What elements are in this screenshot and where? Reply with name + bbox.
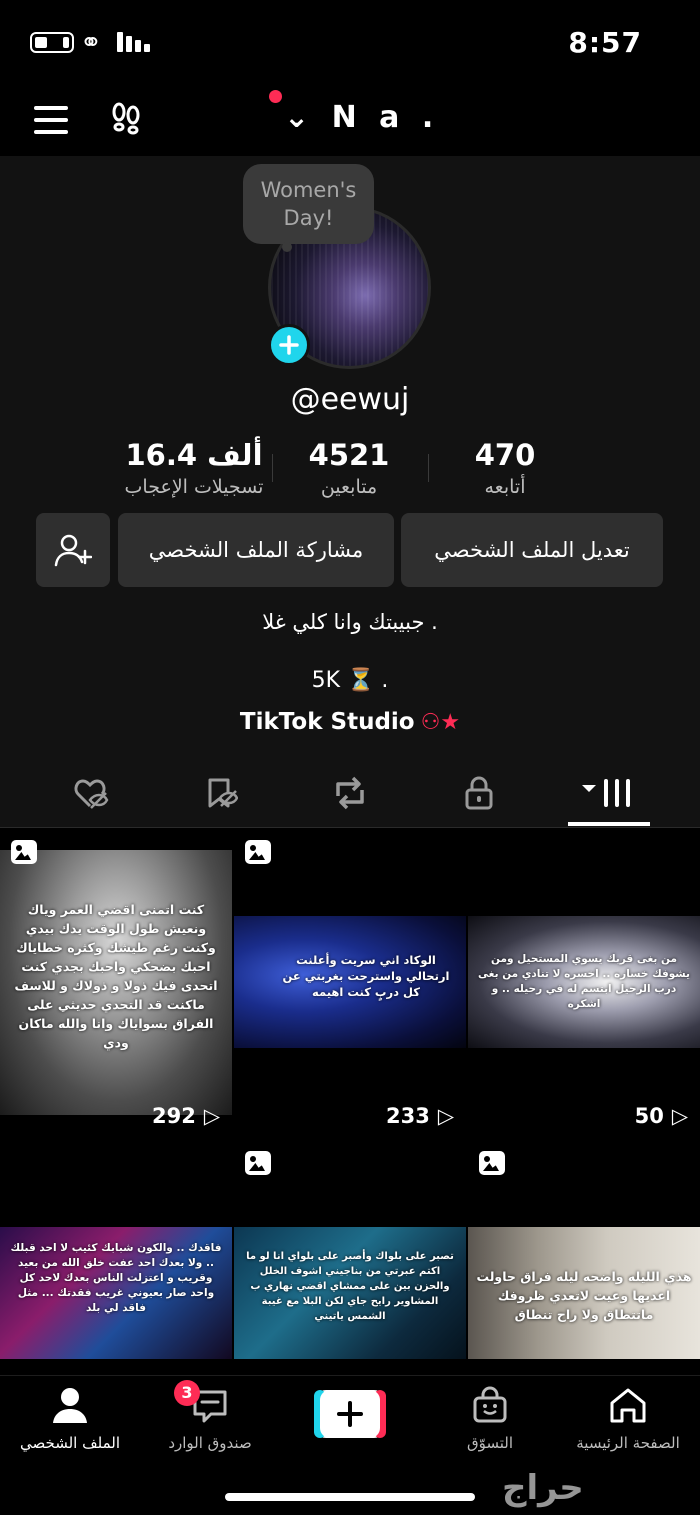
play-icon: ▷: [437, 1104, 454, 1128]
plus-icon: [314, 1390, 386, 1438]
tab-videos[interactable]: [548, 760, 668, 826]
status-time: 8:57: [568, 26, 642, 59]
shopping-bag-icon: [473, 1386, 507, 1423]
note-bubble-tail: [282, 242, 292, 252]
nav-profile-label: الملف الشخصي: [20, 1434, 120, 1452]
video-caption: من بغى قربك يسوي المستحيل ومن يشوفك خسار…: [478, 953, 690, 1010]
view-count-value: 292: [152, 1104, 196, 1128]
active-tab-indicator: [568, 822, 650, 826]
view-count: 50 ▷: [635, 1104, 688, 1128]
play-icon: ▷: [671, 1104, 688, 1128]
bio: جبيبتك وانا كلي غلا .: [262, 610, 438, 634]
profile-icon: [53, 1388, 87, 1423]
profile-section: Women's Day! @eewuj 470 أتابعه 4521 متاب…: [0, 156, 700, 776]
inbox-badge: 3: [174, 1380, 200, 1406]
video-tile[interactable]: الوكاد اني سريت وأعلنت ارتحالي واسترحت ب…: [234, 828, 466, 1137]
nav-inbox[interactable]: صندوق الوارد: [140, 1386, 280, 1452]
lock-icon: [465, 776, 493, 810]
photo-icon: [245, 1151, 271, 1175]
studio-label: TikTok Studio: [239, 709, 415, 735]
notification-dot: [269, 90, 282, 103]
tab-private[interactable]: [419, 760, 539, 826]
tab-favorites[interactable]: [161, 760, 281, 826]
video-caption: تصبر على بلواك وأصبر على بلواي انا لو ما…: [246, 1251, 454, 1322]
nav-profile[interactable]: الملف الشخصي: [0, 1386, 140, 1452]
bio-line: 5K ⏳ .: [311, 668, 389, 693]
home-icon: [610, 1388, 646, 1423]
photo-icon: [245, 840, 271, 864]
link-icon: ⚭: [80, 28, 102, 58]
likes-stat[interactable]: 16.4 ألف تسجيلات الإعجاب: [104, 438, 284, 498]
view-count-value: 233: [386, 1104, 430, 1128]
add-friends-button[interactable]: [36, 513, 110, 587]
nav-shop[interactable]: التسوّق: [420, 1386, 560, 1452]
view-count-value: 50: [634, 1104, 664, 1128]
profile-note[interactable]: Women's Day!: [243, 164, 374, 244]
photo-icon: [11, 840, 37, 864]
account-switcher[interactable]: ⌄ N a .: [284, 100, 439, 135]
home-indicator[interactable]: [225, 1493, 475, 1501]
grid-icon: [582, 779, 630, 807]
video-caption: الوكاد اني سريت وأعلنت ارتحالي واسترحت ب…: [282, 953, 450, 999]
video-caption: فاقدك .. والكون شبابك كئيب لا احد قبلك .…: [10, 1242, 222, 1314]
chevron-down-icon: ⌄: [284, 100, 316, 135]
followers-label: متابعين: [320, 476, 378, 498]
video-caption: كنت اتمنى اقضي العمر وياك ونعيش طول الوق…: [14, 902, 218, 1050]
following-stat[interactable]: 470 أتابعه: [415, 438, 595, 498]
add-story-button[interactable]: [268, 324, 310, 366]
video-caption: هذي الليله واضحه ليله فراق حاولت اعديها …: [476, 1269, 692, 1322]
top-nav: ⌄ N a .: [0, 84, 700, 156]
nav-inbox-label: صندوق الوارد: [168, 1434, 252, 1452]
video-tile[interactable]: كنت اتمنى اقضي العمر وياك ونعيش طول الوق…: [0, 828, 232, 1137]
play-icon: ▷: [203, 1104, 220, 1128]
add-user-icon: [54, 534, 92, 567]
username: @eewuj: [290, 382, 410, 417]
nav-shop-label: التسوّق: [466, 1434, 514, 1452]
tab-liked[interactable]: [32, 760, 152, 826]
video-grid: كنت اتمنى اقضي العمر وياك ونعيش طول الوق…: [0, 828, 700, 1448]
tab-reposts[interactable]: [290, 760, 410, 826]
repost-icon: [336, 776, 364, 810]
following-label: أتابعه: [484, 476, 526, 498]
profile-stats: 470 أتابعه 4521 متابعين 16.4 ألف تسجيلات…: [0, 438, 700, 508]
account-name: N a .: [331, 100, 440, 135]
followers-count: 4521: [308, 438, 390, 472]
nav-home-label: الصفحة الرئيسية: [576, 1434, 680, 1452]
edit-profile-button[interactable]: تعديل الملف الشخصي: [401, 513, 663, 587]
following-count: 470: [474, 438, 536, 472]
view-count: 292 ▷: [152, 1104, 220, 1128]
content-tabs: [0, 760, 700, 828]
nav-home[interactable]: الصفحة الرئيسية: [558, 1386, 698, 1452]
hidden-bookmark-icon: [208, 778, 238, 808]
likes-label: تسجيلات الإعجاب: [124, 476, 264, 498]
hidden-heart-icon: [74, 779, 109, 809]
status-bar: ⚭ 8:57: [0, 0, 700, 84]
video-tile[interactable]: من بغى قربك يسوي المستحيل ومن يشوفك خسار…: [468, 828, 700, 1137]
watermark: حراج: [502, 1468, 584, 1508]
view-count: 233 ▷: [386, 1104, 454, 1128]
create-button[interactable]: [310, 1390, 386, 1438]
likes-count: 16.4 ألف: [125, 438, 263, 472]
profile-actions: تعديل الملف الشخصي مشاركة الملف الشخصي: [0, 513, 700, 587]
plus-icon: [279, 335, 299, 355]
tiktok-studio-link[interactable]: TikTok Studio ⚇★: [0, 709, 700, 735]
footprints-icon[interactable]: [108, 100, 144, 136]
share-profile-button[interactable]: مشاركة الملف الشخصي: [118, 513, 394, 587]
battery-icon: [30, 32, 74, 53]
followers-stat[interactable]: 4521 متابعين: [259, 438, 439, 498]
creator-star-icon: ⚇★: [420, 710, 461, 735]
signal-icon: [117, 32, 151, 52]
photo-icon: [479, 1151, 505, 1175]
menu-icon[interactable]: [34, 106, 68, 134]
